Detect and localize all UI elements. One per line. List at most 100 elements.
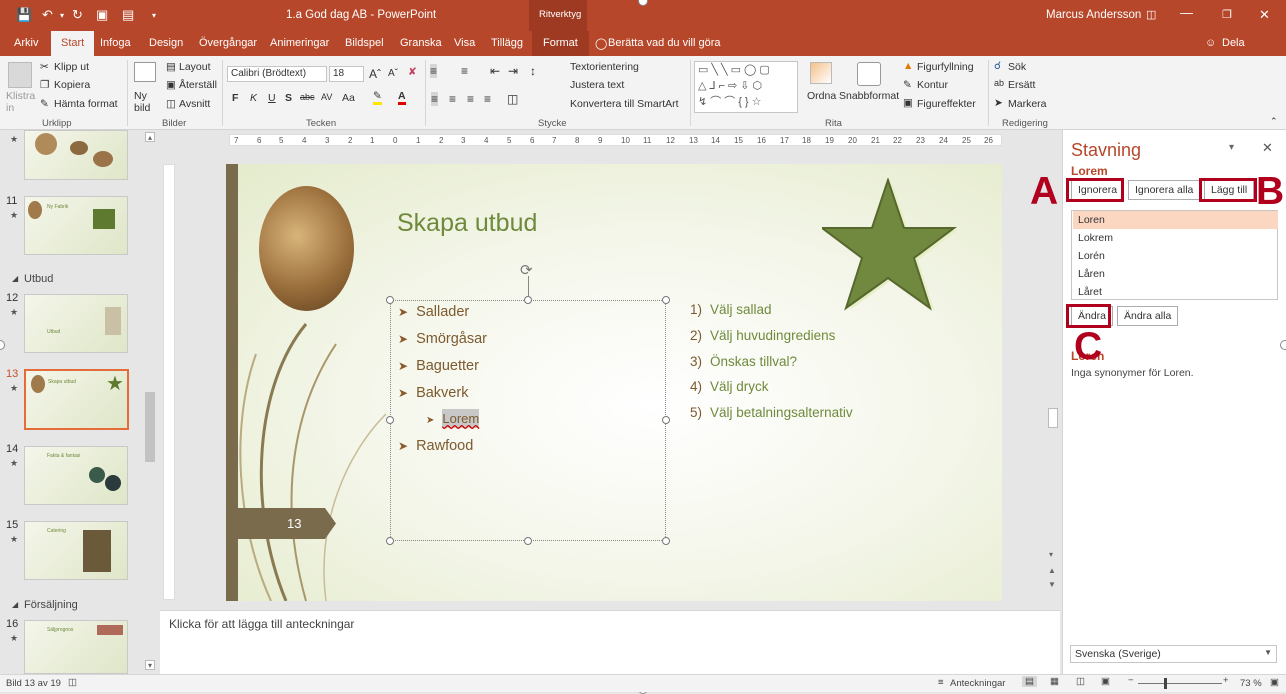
zoom-slider-thumb[interactable] [1164,678,1167,689]
section-collapse-icon[interactable]: ◢ [12,600,18,609]
ignore-all-button[interactable]: Ignorera alla [1128,180,1201,200]
font-name-combo[interactable]: Calibri (Brödtext) [227,66,327,82]
shape-fill-button[interactable]: Figurfyllning [917,61,974,73]
sub-bullet-item[interactable]: ➤ Lorem [426,409,480,428]
tab-visa[interactable]: Visa [454,37,475,49]
scroll-down-icon[interactable]: ▾ [1049,550,1053,559]
convert-smartart-button[interactable]: Konvertera till SmartArt [570,98,679,110]
tab-bildspel[interactable]: Bildspel [345,37,384,49]
decrease-indent-icon[interactable]: ⇤ [490,64,500,78]
font-size-combo[interactable]: 18 [329,66,364,82]
rotate-handle-icon[interactable]: ⟳ [520,261,533,279]
slide-canvas[interactable]: 13 Skapa utbud ⟳ ➤ Sallader ➤ Smörgåsar ➤ B… [226,164,1002,601]
pane-close-icon[interactable]: ✕ [1262,140,1273,156]
fit-slide-icon[interactable]: ▣ [1270,677,1279,688]
notes-pane[interactable]: Klicka för att lägga till anteckningar [160,610,1060,674]
align-text-button[interactable]: Justera text [570,79,624,91]
resize-handle[interactable] [662,296,670,304]
tab-infoga[interactable]: Infoga [100,37,131,49]
align-center-icon[interactable]: ≡ [449,92,456,106]
shrink-font-icon[interactable]: Aˇ [388,68,398,79]
scroll-thumb[interactable] [145,392,155,462]
find-button[interactable]: Sök [1008,61,1026,73]
bullet-item[interactable]: ➤ Smörgåsar [398,331,487,347]
tab-granska[interactable]: Granska [400,37,442,49]
italic-button[interactable]: K [250,92,257,104]
bullet-item[interactable]: ➤ Bakverk [398,385,468,401]
horizontal-ruler[interactable]: 7 6 5 4 3 2 1 0 1 2 3 4 5 6 7 8 9 10 11 12 13 14 15 16 17 18 19 20 2… [229,134,1002,146]
suggestions-list[interactable]: Loren Lokrem Lorén Låren Låret [1071,210,1278,300]
undo-icon[interactable]: ↶ [42,7,53,23]
misspelled-word[interactable]: Lorem [442,409,480,428]
resize-handle[interactable] [524,296,532,304]
reset-button[interactable]: Återställ [179,79,217,91]
slide-sorter-icon[interactable]: ▦ [1050,676,1059,687]
shape-outline-button[interactable]: Kontur [917,79,948,91]
slide-thumbnail-10[interactable] [24,130,128,180]
section-forsaljning[interactable]: Försäljning [24,599,78,611]
increase-indent-icon[interactable]: ⇥ [508,64,518,78]
bold-button[interactable]: F [232,92,238,104]
tab-animeringar[interactable]: Animeringar [270,37,329,49]
char-spacing-button[interactable]: AV [321,92,332,102]
numbered-item[interactable]: 3) Önskas tillval? [690,354,797,369]
tab-start[interactable]: Start [51,31,95,56]
shape-gallery[interactable]: ▭╲╲▭◯▢ △⅃⌐⇨⇩⬡ ↯⌒⌒{}☆ [694,61,798,113]
redo-icon[interactable]: ↻ [72,7,83,23]
font-color-icon[interactable]: A [398,90,406,105]
suggestion-item[interactable]: Lokrem [1073,229,1278,247]
tab-tillagg[interactable]: Tillägg [491,37,523,49]
scroll-up-icon[interactable]: ▴ [145,132,155,142]
align-left-icon[interactable]: ≡ [431,92,439,106]
vertical-ruler[interactable] [163,164,175,600]
bullet-item[interactable]: ➤ Sallader [398,304,469,320]
change-case-button[interactable]: Aa [342,92,355,104]
numbered-item[interactable]: 5) Välj betalningsalternativ [690,405,853,420]
tab-arkiv[interactable]: Arkiv [14,37,38,49]
zoom-level[interactable]: 73 % [1240,678,1262,689]
scroll-down-icon[interactable]: ▾ [145,660,155,670]
justify-icon[interactable]: ≡ [484,92,491,106]
bullets-icon[interactable]: ≡ [430,64,438,78]
reading-view-icon[interactable]: ◫ [1076,676,1085,687]
ribbon-display-icon[interactable]: ◫ [1146,8,1156,21]
star-shape[interactable] [822,178,962,318]
slide-thumbnail-11[interactable]: Ny Fabrik [24,196,128,255]
tab-design[interactable]: Design [149,37,183,49]
notes-toggle-button[interactable]: Anteckningar [950,678,1005,689]
select-button[interactable]: Markera [1008,98,1047,110]
slide-thumbnail-12[interactable]: Utbud [24,294,128,353]
layout-qa-icon[interactable]: ▤ [122,7,134,23]
slide-thumbnail-14[interactable]: Fakta & fantasi [24,446,128,505]
clear-format-icon[interactable]: ✘ [408,66,417,78]
highlight-icon[interactable]: ✎ [373,90,382,105]
new-slide-button[interactable]: Ny bild [134,90,156,114]
collapse-ribbon-icon[interactable]: ⌃ [1270,116,1278,127]
section-collapse-icon[interactable]: ◢ [12,274,18,283]
format-painter-button[interactable]: Hämta format [54,98,118,110]
scroll-thumb[interactable] [1048,408,1058,428]
spelling-status-icon[interactable]: ◫ [68,677,77,688]
thumbnails-scrollbar[interactable]: ▴ ▾ [144,130,156,674]
paste-button[interactable]: Klistra in [6,90,38,114]
resize-handle[interactable] [386,296,394,304]
quick-styles-button[interactable]: Snabbformat [839,90,899,102]
slide-title[interactable]: Skapa utbud [397,209,537,238]
bullet-item[interactable]: ➤ Rawfood [398,438,473,454]
next-slide-icon[interactable]: ▼ [1048,580,1056,589]
undo-dropdown-icon[interactable]: ▾ [60,11,64,20]
resize-handle[interactable] [386,537,394,545]
minimize-icon[interactable]: — [1180,5,1193,20]
section-utbud[interactable]: Utbud [24,273,53,285]
slide-thumbnail-13[interactable]: Skapa utbud ★ [24,369,129,430]
user-name[interactable]: Marcus Andersson [1046,9,1141,21]
pane-options-icon[interactable]: ▾ [1229,142,1234,153]
numbered-item[interactable]: 4) Välj dryck [690,379,769,394]
underline-button[interactable]: U [268,92,276,104]
suggestion-item[interactable]: Lorén [1073,247,1278,265]
replace-button[interactable]: Ersätt [1008,79,1035,91]
zoom-slider[interactable] [1138,683,1222,684]
numbering-icon[interactable]: ≡ [461,64,468,78]
zoom-in-icon[interactable]: + [1223,675,1229,686]
close-icon[interactable]: ✕ [1259,7,1270,23]
